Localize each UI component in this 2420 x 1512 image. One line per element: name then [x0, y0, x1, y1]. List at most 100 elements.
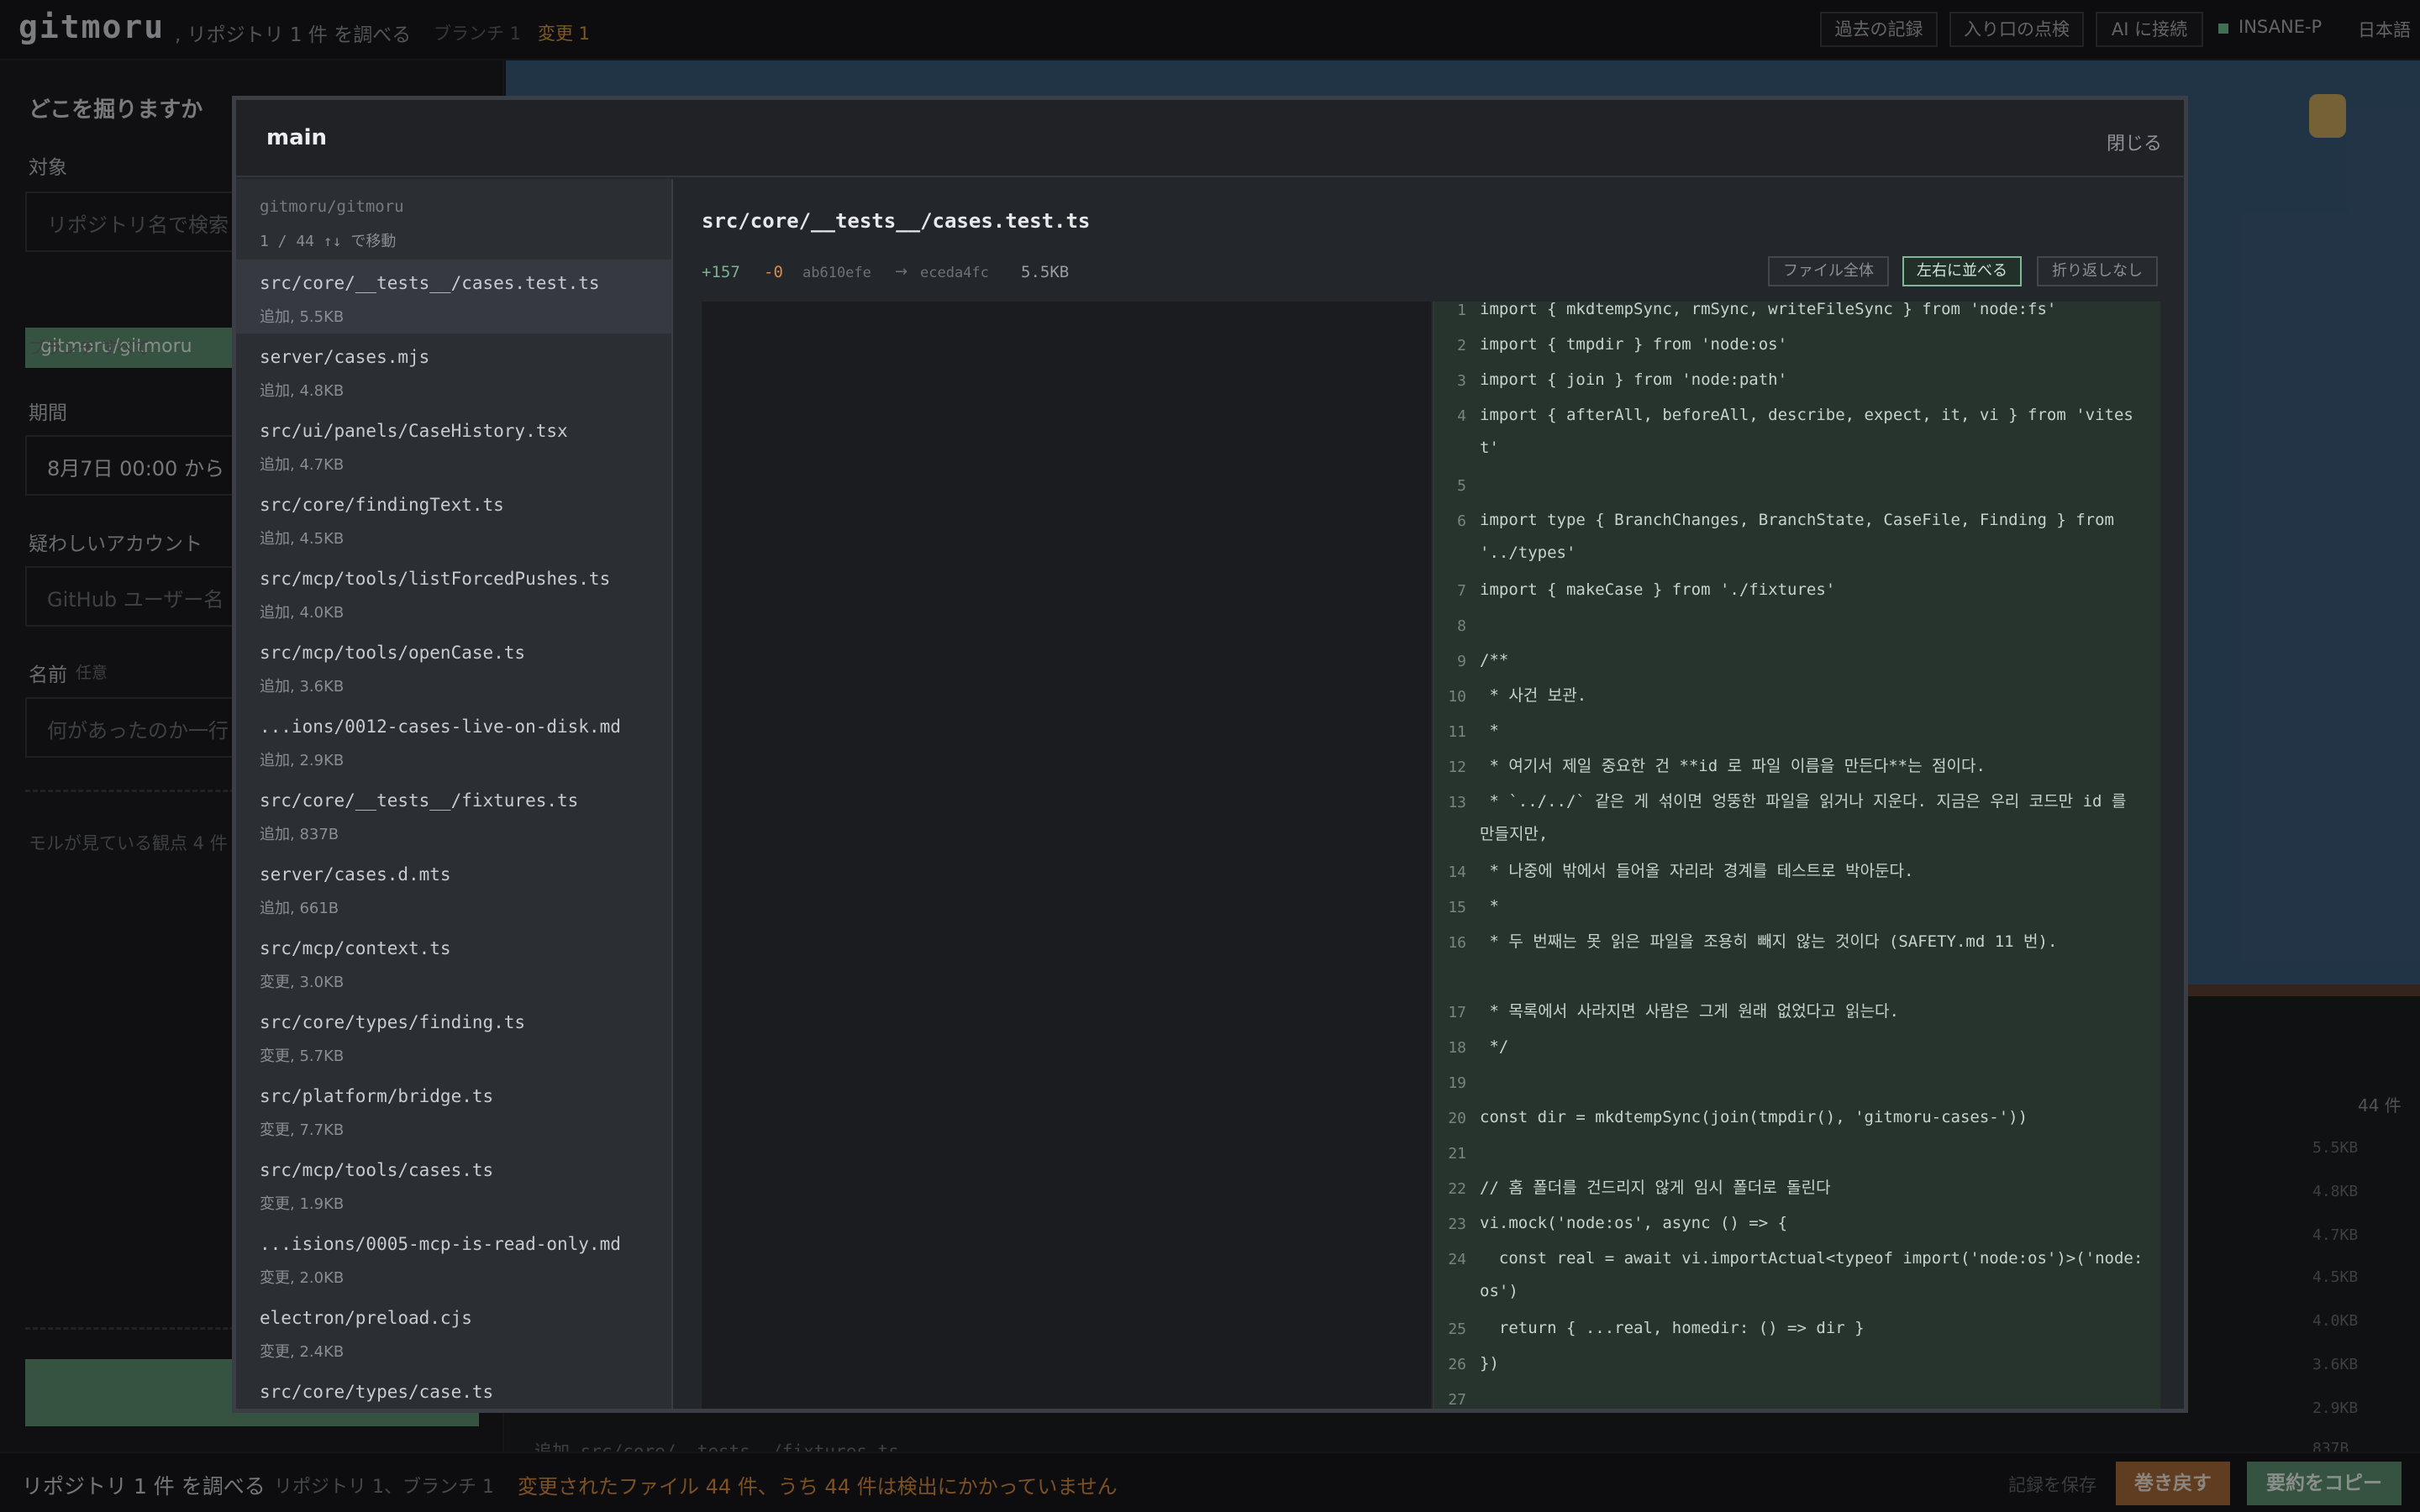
- file-path: src/core/__tests__/cases.test.ts: [260, 273, 600, 293]
- file-list-item[interactable]: src/mcp/tools/listForcedPushes.ts 追加, 4.0…: [236, 555, 671, 629]
- file-meta: 変更, 1.9KB: [260, 1195, 345, 1213]
- code-text: const real = await vi.importActual<typeo…: [1480, 1249, 2144, 1300]
- file-diff-modal: main 閉じる gitmoru/gitmoru 1 / 44 ↑↓ で移動 s…: [232, 96, 2188, 1413]
- line-number: 6: [1457, 512, 1466, 530]
- file-path: ...ions/0012-cases-live-on-disk.md: [260, 717, 621, 737]
- diff-old-side: [702, 302, 1431, 1409]
- line-number: 2: [1457, 337, 1466, 354]
- code-text: import type { BranchChanges, BranchState…: [1480, 511, 2124, 562]
- file-meta: 追加, 4.8KB: [260, 382, 345, 400]
- file-meta: 追加, 4.7KB: [260, 456, 345, 474]
- line-number: 13: [1448, 794, 1466, 811]
- code-text: * 목록에서 사라지면 사람은 그게 원래 없었다고 읽는다.: [1480, 1002, 1899, 1021]
- file-meta: 追加, 5.5KB: [260, 308, 345, 326]
- file-list-item[interactable]: src/mcp/context.ts 変更, 3.0KB: [236, 925, 671, 999]
- line-number: 17: [1448, 1004, 1466, 1021]
- file-list-item[interactable]: electron/preload.cjs 変更, 2.4KB: [236, 1294, 671, 1368]
- file-path: src/mcp/context.ts: [260, 938, 451, 958]
- diff-file-path: src/core/__tests__/cases.test.ts: [702, 209, 1091, 233]
- line-number: 26: [1448, 1356, 1466, 1373]
- file-meta: 追加, 837B: [260, 826, 339, 843]
- file-list-item[interactable]: src/core/types/finding.ts 変更, 5.7KB: [236, 999, 671, 1073]
- code-text: * 여기서 제일 중요한 건 **id 로 파일 이름을 만든다**는 점이다.: [1480, 757, 1986, 775]
- code-text: *: [1480, 897, 1499, 916]
- file-path: ...isions/0005-mcp-is-read-only.md: [260, 1234, 621, 1254]
- line-number: 24: [1448, 1251, 1466, 1268]
- code-text: *: [1480, 722, 1499, 740]
- arrow-right-icon: →: [895, 263, 908, 281]
- file-meta: 追加, 2.9KB: [260, 752, 345, 769]
- mode-no-wrap-button[interactable]: 折り返しなし: [2037, 256, 2158, 286]
- file-list-item[interactable]: server/cases.mjs 追加, 4.8KB: [236, 333, 671, 407]
- code-text: import { makeCase } from './fixtures': [1480, 580, 1836, 599]
- file-meta: 変更, 7.7KB: [260, 1121, 345, 1139]
- close-button[interactable]: 閉じる: [2107, 129, 2162, 155]
- modal-header: main 閉じる: [236, 100, 2184, 177]
- line-number: 20: [1448, 1110, 1466, 1127]
- line-number: 25: [1448, 1320, 1466, 1338]
- file-path: server/cases.d.mts: [260, 864, 451, 885]
- file-list-item[interactable]: src/core/__tests__/cases.test.ts 追加, 5.5K…: [236, 260, 671, 333]
- file-list-item[interactable]: src/core/types/case.ts: [236, 1368, 671, 1409]
- file-list-item[interactable]: server/cases.d.mts 追加, 661B: [236, 851, 671, 925]
- line-number: 21: [1448, 1145, 1466, 1163]
- line-number: 1: [1457, 302, 1466, 319]
- file-meta: 追加, 4.5KB: [260, 530, 345, 548]
- file-list-item[interactable]: src/mcp/tools/cases.ts 変更, 1.9KB: [236, 1147, 671, 1221]
- code-text: * 사건 보관.: [1480, 686, 1587, 705]
- line-number: 9: [1457, 653, 1466, 670]
- file-list-item[interactable]: src/platform/bridge.ts 変更, 7.7KB: [236, 1073, 671, 1147]
- mode-full-file-button[interactable]: ファイル全体: [1768, 256, 1889, 286]
- file-list-item[interactable]: src/ui/panels/CaseHistory.tsx 追加, 4.7KB: [236, 407, 671, 481]
- code-text: * 나중에 밖에서 들어올 자리라 경계를 테스트로 박아둔다.: [1480, 862, 1914, 880]
- file-meta: 追加, 661B: [260, 900, 339, 917]
- file-path: src/core/findingText.ts: [260, 495, 504, 515]
- line-number: 14: [1448, 864, 1466, 881]
- code-text: // 홈 폴더를 건드리지 않게 임시 폴더로 돌린다: [1480, 1179, 1831, 1197]
- file-list-item[interactable]: ...isions/0005-mcp-is-read-only.md 変更, 2.…: [236, 1221, 671, 1294]
- additions-count: +157: [702, 263, 740, 281]
- file-meta: 変更, 2.0KB: [260, 1269, 345, 1287]
- code-text: import { join } from 'node:path': [1480, 370, 1788, 389]
- file-path: src/mcp/tools/openCase.ts: [260, 643, 526, 663]
- file-path: src/core/types/case.ts: [260, 1382, 494, 1402]
- diff-pane: src/core/__tests__/cases.test.ts +157 -0…: [675, 179, 2184, 1409]
- file-path: src/platform/bridge.ts: [260, 1086, 494, 1106]
- file-path: src/core/__tests__/fixtures.ts: [260, 790, 579, 811]
- code-text: }): [1480, 1354, 1499, 1373]
- code-text: /**: [1480, 651, 1509, 669]
- line-number: 16: [1448, 934, 1466, 952]
- file-list-item[interactable]: src/core/findingText.ts 追加, 4.5KB: [236, 481, 671, 555]
- file-list-item[interactable]: ...ions/0012-cases-live-on-disk.md 追加, 2.…: [236, 703, 671, 777]
- file-meta: 変更, 5.7KB: [260, 1047, 345, 1065]
- code-text: import { afterAll, beforeAll, describe, …: [1480, 406, 2133, 457]
- line-number: 4: [1457, 407, 1466, 425]
- file-list-item[interactable]: src/mcp/tools/openCase.ts 追加, 3.6KB: [236, 629, 671, 703]
- line-number: 23: [1448, 1215, 1466, 1233]
- diff-file-size: 5.5KB: [1021, 263, 1070, 281]
- changed-file-list: gitmoru/gitmoru 1 / 44 ↑↓ で移動 src/core/_…: [236, 179, 673, 1409]
- code-text: import { tmpdir } from 'node:os': [1480, 335, 1788, 354]
- file-list-position: 1 / 44 ↑↓ で移動: [260, 233, 397, 250]
- line-number: 22: [1448, 1180, 1466, 1198]
- mode-side-by-side-button[interactable]: 左右に並べる: [1902, 256, 2022, 286]
- code-text: vi.mock('node:os', async () => {: [1480, 1214, 1788, 1232]
- code-text: * 두 번째는 못 읽은 파일을 조용히 빼지 않는 것이다 (SAFETY.m…: [1480, 932, 2058, 951]
- modal-title: main: [266, 125, 328, 150]
- line-number: 10: [1448, 688, 1466, 706]
- line-number: 8: [1457, 617, 1466, 635]
- file-meta: 追加, 4.0KB: [260, 604, 345, 622]
- file-list-item[interactable]: src/core/__tests__/fixtures.ts 追加, 837B: [236, 777, 671, 851]
- to-sha: eceda4fc: [920, 265, 989, 281]
- code-text: * `../../` 같은 게 섞이면 엉뚱한 파일을 읽거나 지운다. 지금은…: [1480, 792, 2136, 843]
- diff-new-side: 1 import { mkdtempSync, rmSync, writeFile…: [1433, 302, 2160, 1409]
- file-meta: 追加, 3.6KB: [260, 678, 345, 696]
- from-sha: ab610efe: [802, 265, 871, 281]
- file-meta: 変更, 3.0KB: [260, 974, 345, 991]
- line-number: 7: [1457, 582, 1466, 600]
- deletions-count: -0: [764, 263, 783, 281]
- line-number: 3: [1457, 372, 1466, 390]
- file-path: src/mcp/tools/listForcedPushes.ts: [260, 569, 611, 589]
- file-path: server/cases.mjs: [260, 347, 430, 367]
- code-text: return { ...real, homedir: () => dir }: [1480, 1319, 1865, 1337]
